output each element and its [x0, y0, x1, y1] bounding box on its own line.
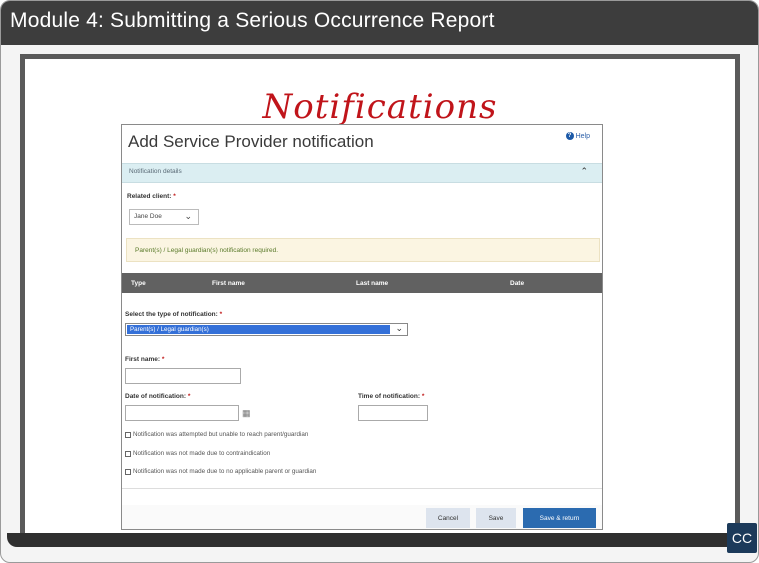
required-marker: * — [173, 193, 176, 200]
help-label: Help — [575, 132, 590, 140]
help-link[interactable]: ? Help — [565, 132, 590, 140]
slide-heading: Notifications — [262, 87, 498, 127]
first-name-input[interactable] — [125, 368, 241, 384]
date-of-notification-label: Date of notification: * — [125, 393, 191, 400]
column-header-first-name: First name — [212, 280, 245, 287]
help-icon: ? — [565, 132, 574, 140]
first-name-label: First name: * — [125, 356, 165, 363]
checkbox-label: Notification was attempted but unable to… — [133, 431, 309, 438]
chevron-up-icon[interactable]: ⌃ — [580, 166, 588, 177]
notification-type-selected: Parent(s) / Legal guardian(s) — [127, 325, 390, 334]
checkbox-box[interactable] — [125, 468, 131, 475]
slide-frame: Module 4: Submitting a Serious Occurrenc… — [0, 0, 759, 563]
checkbox-label: Notification was not made due to no appl… — [133, 468, 317, 475]
checkbox-box[interactable] — [125, 431, 131, 438]
required-marker: * — [161, 356, 165, 363]
footer-divider — [122, 488, 602, 489]
notifications-table-header: Type First name Last name Date — [122, 273, 602, 293]
required-marker: * — [187, 393, 191, 400]
related-client-label: Related client: * — [127, 193, 176, 200]
notice-text: Parent(s) / Legal guardian(s) notificati… — [135, 247, 279, 254]
column-header-date: Date — [510, 280, 525, 287]
time-of-notification-label: Time of notification: * — [358, 393, 425, 400]
required-marker: * — [421, 393, 425, 400]
player-bottom-bar — [7, 533, 749, 547]
notification-form-panel: Add Service Provider notification ? Help… — [121, 124, 603, 530]
closed-captions-button[interactable]: CC — [727, 523, 757, 553]
column-header-last-name: Last name — [356, 280, 389, 287]
save-button[interactable]: Save — [476, 508, 516, 528]
cancel-button[interactable]: Cancel — [426, 508, 470, 528]
notification-details-section-header[interactable]: Notification details ⌃ — [122, 163, 602, 183]
checkbox-unable-to-reach[interactable]: Notification was attempted but unable to… — [125, 431, 308, 438]
calendar-icon[interactable]: ▦ — [242, 408, 251, 419]
time-of-notification-input[interactable] — [358, 405, 428, 421]
column-header-type: Type — [131, 280, 146, 287]
required-marker: * — [219, 311, 223, 318]
chevron-down-icon: ⌄ — [395, 323, 403, 333]
related-client-select[interactable]: Jane Doe ⌄ — [129, 209, 199, 225]
chevron-down-icon: ⌄ — [184, 211, 192, 221]
date-of-notification-input[interactable] — [125, 405, 239, 421]
checkbox-label: Notification was not made due to contrai… — [133, 450, 271, 457]
form-title: Add Service Provider notification — [128, 132, 374, 151]
save-and-return-button[interactable]: Save & return — [523, 508, 596, 528]
checkbox-box[interactable] — [125, 450, 131, 457]
section-label: Notification details — [129, 168, 182, 175]
notification-type-select[interactable]: Parent(s) / Legal guardian(s) ⌄ — [125, 323, 408, 336]
module-title-bar: Module 4: Submitting a Serious Occurrenc… — [1, 1, 758, 45]
module-title: Module 4: Submitting a Serious Occurrenc… — [10, 9, 495, 32]
notification-required-notice: Parent(s) / Legal guardian(s) notificati… — [126, 238, 600, 262]
checkbox-no-applicable-guardian[interactable]: Notification was not made due to no appl… — [125, 468, 316, 475]
related-client-value: Jane Doe — [134, 213, 162, 220]
checkbox-contraindication[interactable]: Notification was not made due to contrai… — [125, 450, 270, 457]
notification-type-label: Select the type of notification: * — [125, 311, 223, 318]
